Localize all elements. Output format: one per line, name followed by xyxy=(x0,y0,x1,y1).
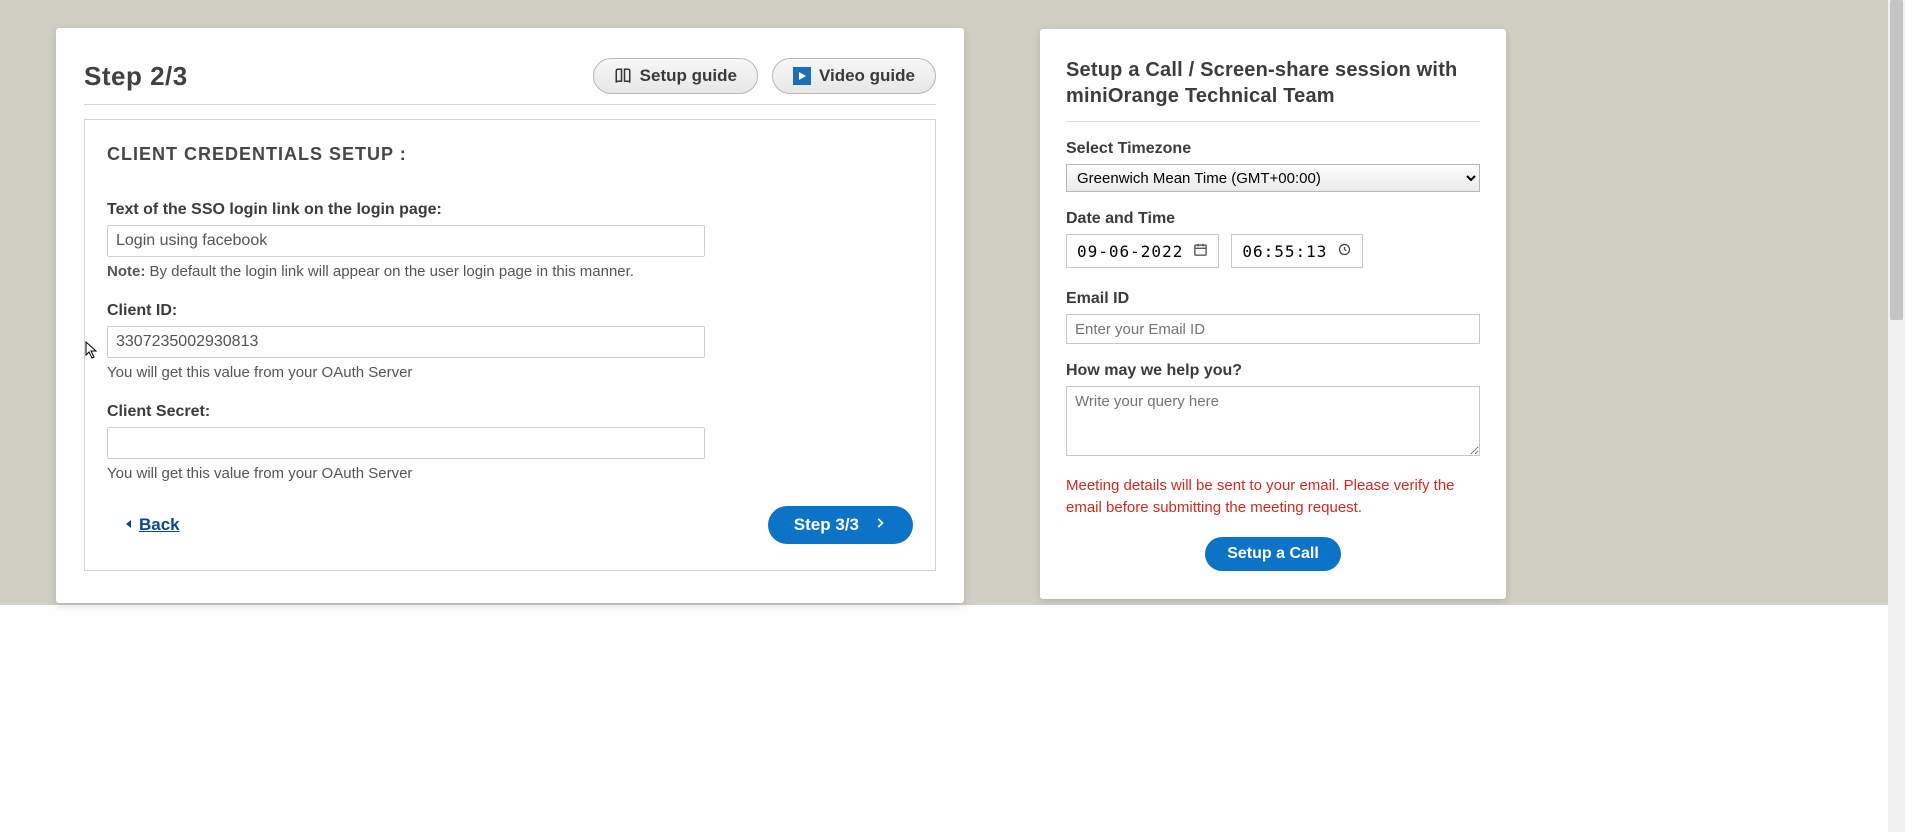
sso-text-label: Text of the SSO login link on the login … xyxy=(107,201,913,219)
client-secret-label: Client Secret: xyxy=(107,403,913,421)
bottom-whitespace xyxy=(0,605,1905,832)
setup-call-card: Setup a Call / Screen-share session with… xyxy=(1040,29,1506,599)
credentials-heading: CLIENT CREDENTIALS SETUP : xyxy=(107,144,913,165)
note-rest: By default the login link will appear on… xyxy=(145,263,634,280)
next-step-button[interactable]: Step 3/3 xyxy=(768,506,913,544)
email-input[interactable] xyxy=(1066,314,1480,344)
vertical-scrollbar-track[interactable] xyxy=(1888,0,1905,832)
note-bold: Note: xyxy=(107,263,145,280)
time-value: 06:55:13 xyxy=(1242,242,1327,261)
query-textarea[interactable] xyxy=(1066,386,1480,456)
client-id-helper: You will get this value from your OAuth … xyxy=(107,364,913,381)
datetime-row: 09-06-2022 06:55:13 xyxy=(1066,234,1480,268)
calendar-icon xyxy=(1193,242,1208,261)
vertical-scrollbar-thumb[interactable] xyxy=(1890,0,1903,320)
setup-guide-label: Setup guide xyxy=(640,66,737,86)
client-secret-helper: You will get this value from your OAuth … xyxy=(107,465,913,482)
setup-call-button[interactable]: Setup a Call xyxy=(1205,537,1341,571)
video-guide-button[interactable]: Video guide xyxy=(772,58,936,94)
date-input[interactable]: 09-06-2022 xyxy=(1066,234,1219,268)
clock-icon xyxy=(1337,242,1352,261)
client-id-label: Client ID: xyxy=(107,302,913,320)
date-value: 09-06-2022 xyxy=(1077,242,1183,261)
back-label: Back xyxy=(139,515,180,535)
step-title: Step 2/3 xyxy=(84,61,188,92)
timezone-label: Select Timezone xyxy=(1066,140,1480,158)
step-header: Step 2/3 Setup guide Video guide xyxy=(84,58,936,105)
video-guide-label: Video guide xyxy=(819,66,915,86)
timezone-select[interactable]: Greenwich Mean Time (GMT+00:00) xyxy=(1066,164,1480,192)
sso-text-input[interactable] xyxy=(107,225,705,257)
book-icon xyxy=(614,67,632,85)
datetime-label: Date and Time xyxy=(1066,210,1480,228)
sso-text-note: Note: By default the login link will app… xyxy=(107,263,913,280)
time-input[interactable]: 06:55:13 xyxy=(1231,234,1363,268)
client-secret-input[interactable] xyxy=(107,427,705,459)
nav-row: Back Step 3/3 xyxy=(107,506,913,544)
next-label: Step 3/3 xyxy=(794,515,859,535)
video-play-icon xyxy=(793,67,811,85)
setup-guide-button[interactable]: Setup guide xyxy=(593,58,758,94)
query-label: How may we help you? xyxy=(1066,362,1480,380)
email-label: Email ID xyxy=(1066,290,1480,308)
chevron-right-icon xyxy=(873,515,887,535)
client-id-input[interactable] xyxy=(107,326,705,358)
meeting-warning: Meeting details will be sent to your ema… xyxy=(1066,475,1480,519)
caret-left-icon xyxy=(123,515,135,535)
setup-call-title: Setup a Call / Screen-share session with… xyxy=(1066,57,1480,122)
guide-buttons-group: Setup guide Video guide xyxy=(593,58,936,94)
back-link[interactable]: Back xyxy=(123,515,180,535)
main-config-card: Step 2/3 Setup guide Video guide CLIENT xyxy=(56,28,964,603)
credentials-box: CLIENT CREDENTIALS SETUP : Text of the S… xyxy=(84,119,936,571)
